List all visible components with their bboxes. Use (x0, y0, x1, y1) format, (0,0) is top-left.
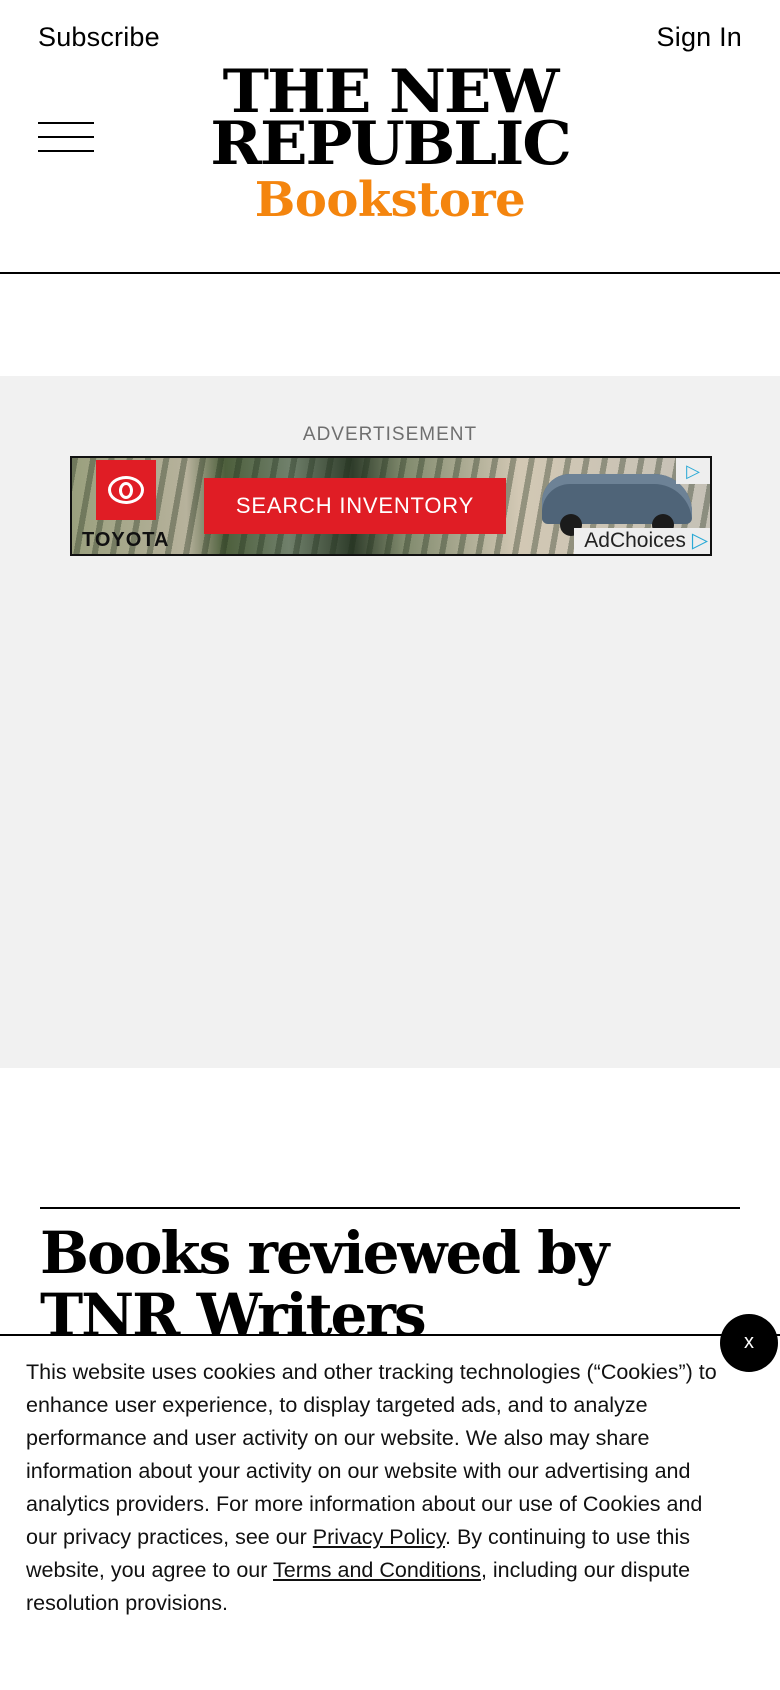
page-title: Books reviewed by TNR Writers (40, 1219, 609, 1349)
ad-brand-name: TOYOTA (82, 529, 170, 551)
cookie-text-part-1: This website uses cookies and other trac… (26, 1360, 717, 1549)
adchoices-triangle-icon: ▷ (691, 529, 708, 552)
terms-and-conditions-link[interactable]: Terms and Conditions (273, 1558, 481, 1582)
top-bar: Subscribe Sign In (38, 22, 742, 62)
menu-bar (38, 122, 94, 124)
site-logo[interactable]: THE NEW REPUBLIC Bookstore (190, 62, 590, 228)
toyota-emblem-icon (108, 476, 144, 504)
cookie-consent-banner: This website uses cookies and other trac… (0, 1334, 780, 1690)
search-inventory-button[interactable]: SEARCH INVENTORY (204, 478, 506, 534)
close-cookie-banner-button[interactable]: x (720, 1314, 778, 1372)
adchoices-label: AdChoices (584, 529, 686, 552)
logo-line-republic: REPUBLIC (210, 109, 572, 179)
privacy-policy-link[interactable]: Privacy Policy (313, 1525, 445, 1549)
subscribe-link[interactable]: Subscribe (38, 22, 160, 53)
cookie-notice-text: This website uses cookies and other trac… (26, 1356, 726, 1620)
section-divider (40, 1207, 740, 1209)
advertisement-label: ADVERTISEMENT (302, 424, 478, 445)
menu-bar (38, 150, 94, 152)
hamburger-menu-icon[interactable] (38, 120, 94, 154)
toyota-logo-icon (96, 460, 156, 520)
sign-in-link[interactable]: Sign In (657, 22, 742, 53)
adchoices-link[interactable]: AdChoices ▷ (574, 528, 710, 554)
header-divider (0, 272, 780, 274)
adchoices-corner-icon[interactable]: ▷ (676, 458, 710, 484)
logo-line-bookstore: Bookstore (254, 172, 526, 228)
car-image (542, 474, 692, 536)
ad-banner[interactable]: TOYOTA SEARCH INVENTORY ▷ AdChoices ▷ (70, 456, 712, 556)
advertisement-zone: ADVERTISEMENT TOYOTA SEARCH INVENTORY ▷ … (0, 376, 780, 1068)
menu-bar (38, 136, 94, 138)
